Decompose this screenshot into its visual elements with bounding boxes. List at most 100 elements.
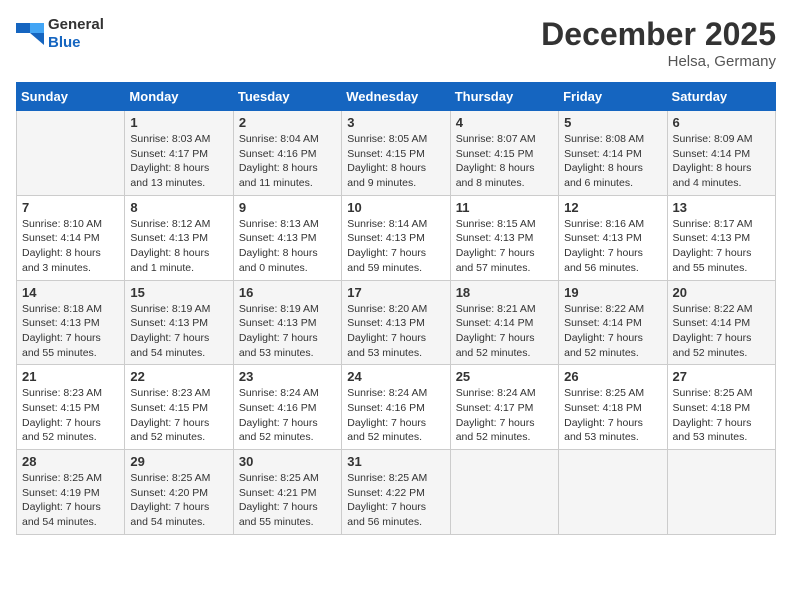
day-info: Sunrise: 8:22 AMSunset: 4:14 PMDaylight:… bbox=[673, 302, 770, 361]
day-info: Sunrise: 8:24 AMSunset: 4:16 PMDaylight:… bbox=[239, 386, 336, 445]
day-cell: 19 Sunrise: 8:22 AMSunset: 4:14 PMDaylig… bbox=[559, 280, 667, 365]
week-row-4: 28 Sunrise: 8:25 AMSunset: 4:19 PMDaylig… bbox=[17, 450, 776, 535]
day-info: Sunrise: 8:23 AMSunset: 4:15 PMDaylight:… bbox=[22, 386, 119, 445]
logo-icon bbox=[16, 23, 44, 45]
day-cell: 15 Sunrise: 8:19 AMSunset: 4:13 PMDaylig… bbox=[125, 280, 233, 365]
day-info: Sunrise: 8:20 AMSunset: 4:13 PMDaylight:… bbox=[347, 302, 444, 361]
day-cell: 22 Sunrise: 8:23 AMSunset: 4:15 PMDaylig… bbox=[125, 365, 233, 450]
day-number: 13 bbox=[673, 200, 770, 215]
day-cell: 16 Sunrise: 8:19 AMSunset: 4:13 PMDaylig… bbox=[233, 280, 341, 365]
week-row-2: 14 Sunrise: 8:18 AMSunset: 4:13 PMDaylig… bbox=[17, 280, 776, 365]
day-cell bbox=[17, 111, 125, 196]
day-number: 6 bbox=[673, 115, 770, 130]
day-cell: 23 Sunrise: 8:24 AMSunset: 4:16 PMDaylig… bbox=[233, 365, 341, 450]
day-cell: 14 Sunrise: 8:18 AMSunset: 4:13 PMDaylig… bbox=[17, 280, 125, 365]
week-row-0: 1 Sunrise: 8:03 AMSunset: 4:17 PMDayligh… bbox=[17, 111, 776, 196]
day-cell: 18 Sunrise: 8:21 AMSunset: 4:14 PMDaylig… bbox=[450, 280, 558, 365]
day-info: Sunrise: 8:25 AMSunset: 4:22 PMDaylight:… bbox=[347, 471, 444, 530]
day-info: Sunrise: 8:25 AMSunset: 4:18 PMDaylight:… bbox=[673, 386, 770, 445]
day-number: 28 bbox=[22, 454, 119, 469]
day-info: Sunrise: 8:12 AMSunset: 4:13 PMDaylight:… bbox=[130, 217, 227, 276]
day-number: 14 bbox=[22, 285, 119, 300]
day-cell: 20 Sunrise: 8:22 AMSunset: 4:14 PMDaylig… bbox=[667, 280, 775, 365]
week-row-1: 7 Sunrise: 8:10 AMSunset: 4:14 PMDayligh… bbox=[17, 195, 776, 280]
day-info: Sunrise: 8:08 AMSunset: 4:14 PMDaylight:… bbox=[564, 132, 661, 191]
day-cell: 7 Sunrise: 8:10 AMSunset: 4:14 PMDayligh… bbox=[17, 195, 125, 280]
day-cell bbox=[667, 450, 775, 535]
day-info: Sunrise: 8:25 AMSunset: 4:19 PMDaylight:… bbox=[22, 471, 119, 530]
col-monday: Monday bbox=[125, 83, 233, 111]
day-info: Sunrise: 8:25 AMSunset: 4:18 PMDaylight:… bbox=[564, 386, 661, 445]
day-info: Sunrise: 8:19 AMSunset: 4:13 PMDaylight:… bbox=[130, 302, 227, 361]
day-info: Sunrise: 8:03 AMSunset: 4:17 PMDaylight:… bbox=[130, 132, 227, 191]
day-cell: 10 Sunrise: 8:14 AMSunset: 4:13 PMDaylig… bbox=[342, 195, 450, 280]
day-info: Sunrise: 8:21 AMSunset: 4:14 PMDaylight:… bbox=[456, 302, 553, 361]
day-cell: 2 Sunrise: 8:04 AMSunset: 4:16 PMDayligh… bbox=[233, 111, 341, 196]
day-info: Sunrise: 8:25 AMSunset: 4:20 PMDaylight:… bbox=[130, 471, 227, 530]
day-cell: 8 Sunrise: 8:12 AMSunset: 4:13 PMDayligh… bbox=[125, 195, 233, 280]
col-saturday: Saturday bbox=[667, 83, 775, 111]
col-thursday: Thursday bbox=[450, 83, 558, 111]
day-cell: 17 Sunrise: 8:20 AMSunset: 4:13 PMDaylig… bbox=[342, 280, 450, 365]
day-number: 12 bbox=[564, 200, 661, 215]
day-cell: 31 Sunrise: 8:25 AMSunset: 4:22 PMDaylig… bbox=[342, 450, 450, 535]
page-header: General Blue December 2025 Helsa, German… bbox=[16, 16, 776, 70]
day-info: Sunrise: 8:18 AMSunset: 4:13 PMDaylight:… bbox=[22, 302, 119, 361]
logo-blue: Blue bbox=[48, 34, 81, 51]
day-number: 1 bbox=[130, 115, 227, 130]
day-cell: 3 Sunrise: 8:05 AMSunset: 4:15 PMDayligh… bbox=[342, 111, 450, 196]
day-number: 20 bbox=[673, 285, 770, 300]
title-area: December 2025 Helsa, Germany bbox=[541, 16, 776, 70]
day-cell: 6 Sunrise: 8:09 AMSunset: 4:14 PMDayligh… bbox=[667, 111, 775, 196]
day-number: 15 bbox=[130, 285, 227, 300]
day-number: 29 bbox=[130, 454, 227, 469]
day-number: 8 bbox=[130, 200, 227, 215]
week-row-3: 21 Sunrise: 8:23 AMSunset: 4:15 PMDaylig… bbox=[17, 365, 776, 450]
day-number: 31 bbox=[347, 454, 444, 469]
day-cell bbox=[450, 450, 558, 535]
day-cell: 29 Sunrise: 8:25 AMSunset: 4:20 PMDaylig… bbox=[125, 450, 233, 535]
day-info: Sunrise: 8:22 AMSunset: 4:14 PMDaylight:… bbox=[564, 302, 661, 361]
logo: General Blue bbox=[16, 16, 104, 52]
day-number: 19 bbox=[564, 285, 661, 300]
day-info: Sunrise: 8:15 AMSunset: 4:13 PMDaylight:… bbox=[456, 217, 553, 276]
day-info: Sunrise: 8:17 AMSunset: 4:13 PMDaylight:… bbox=[673, 217, 770, 276]
day-number: 30 bbox=[239, 454, 336, 469]
day-info: Sunrise: 8:04 AMSunset: 4:16 PMDaylight:… bbox=[239, 132, 336, 191]
day-number: 9 bbox=[239, 200, 336, 215]
day-info: Sunrise: 8:09 AMSunset: 4:14 PMDaylight:… bbox=[673, 132, 770, 191]
day-info: Sunrise: 8:10 AMSunset: 4:14 PMDaylight:… bbox=[22, 217, 119, 276]
col-sunday: Sunday bbox=[17, 83, 125, 111]
day-info: Sunrise: 8:05 AMSunset: 4:15 PMDaylight:… bbox=[347, 132, 444, 191]
day-info: Sunrise: 8:25 AMSunset: 4:21 PMDaylight:… bbox=[239, 471, 336, 530]
day-info: Sunrise: 8:13 AMSunset: 4:13 PMDaylight:… bbox=[239, 217, 336, 276]
day-number: 11 bbox=[456, 200, 553, 215]
col-wednesday: Wednesday bbox=[342, 83, 450, 111]
day-number: 25 bbox=[456, 369, 553, 384]
day-number: 2 bbox=[239, 115, 336, 130]
day-number: 26 bbox=[564, 369, 661, 384]
day-number: 3 bbox=[347, 115, 444, 130]
col-friday: Friday bbox=[559, 83, 667, 111]
col-tuesday: Tuesday bbox=[233, 83, 341, 111]
day-cell bbox=[559, 450, 667, 535]
day-cell: 25 Sunrise: 8:24 AMSunset: 4:17 PMDaylig… bbox=[450, 365, 558, 450]
day-info: Sunrise: 8:14 AMSunset: 4:13 PMDaylight:… bbox=[347, 217, 444, 276]
day-number: 22 bbox=[130, 369, 227, 384]
day-info: Sunrise: 8:24 AMSunset: 4:17 PMDaylight:… bbox=[456, 386, 553, 445]
location: Helsa, Germany bbox=[541, 53, 776, 70]
day-number: 27 bbox=[673, 369, 770, 384]
day-number: 10 bbox=[347, 200, 444, 215]
day-number: 23 bbox=[239, 369, 336, 384]
day-number: 7 bbox=[22, 200, 119, 215]
month-title: December 2025 bbox=[541, 16, 776, 53]
day-info: Sunrise: 8:24 AMSunset: 4:16 PMDaylight:… bbox=[347, 386, 444, 445]
day-cell: 21 Sunrise: 8:23 AMSunset: 4:15 PMDaylig… bbox=[17, 365, 125, 450]
day-cell: 11 Sunrise: 8:15 AMSunset: 4:13 PMDaylig… bbox=[450, 195, 558, 280]
day-cell: 1 Sunrise: 8:03 AMSunset: 4:17 PMDayligh… bbox=[125, 111, 233, 196]
day-number: 5 bbox=[564, 115, 661, 130]
day-cell: 4 Sunrise: 8:07 AMSunset: 4:15 PMDayligh… bbox=[450, 111, 558, 196]
day-cell: 27 Sunrise: 8:25 AMSunset: 4:18 PMDaylig… bbox=[667, 365, 775, 450]
day-cell: 26 Sunrise: 8:25 AMSunset: 4:18 PMDaylig… bbox=[559, 365, 667, 450]
calendar-table: Sunday Monday Tuesday Wednesday Thursday… bbox=[16, 82, 776, 535]
